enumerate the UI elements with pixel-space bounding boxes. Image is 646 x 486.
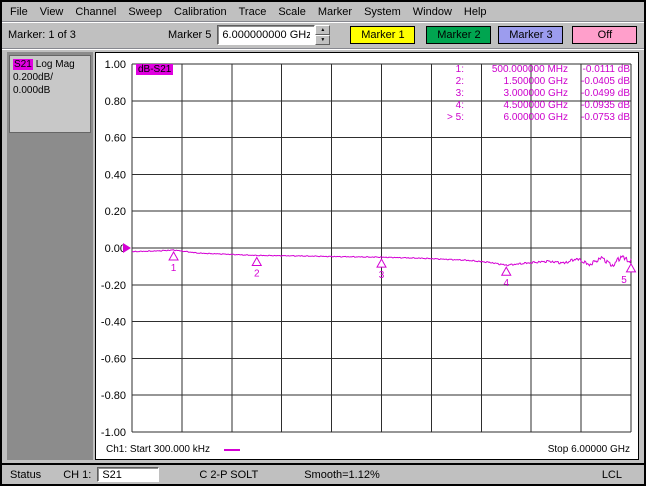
marker-toolbar: Marker: 1 of 3 Marker 5 ▲ ▼ Marker 1Mark… [2,22,644,49]
marker-3-triangle[interactable] [376,258,387,268]
cal-status-label: C 2-P SOLT [199,468,259,481]
trace-title-badge: dB-S21 [136,64,174,75]
marker-readout-frequency: 3.000000 GHz [503,88,569,99]
marker-readout-frequency: 6.000000 GHz [503,112,569,123]
menu-calibration[interactable]: Calibration [168,3,233,21]
trace-scale-label: 0.200dB/ [13,72,54,83]
y-axis-tick-label: 0.80 [105,96,126,108]
marker-2-number: 2 [254,268,260,279]
menu-bar: File View Channel Sweep Calibration Trace Scal… [2,2,644,22]
marker-readout-number: 4: [455,100,464,111]
menu-marker[interactable]: Marker [312,3,358,21]
y-axis-tick-label: -0.20 [101,280,126,292]
app-window: File View Channel Sweep Calibration Trace Scal… [0,0,646,486]
trace-sidebar: S21 Log Mag 0.200dB/ 0.000dB [7,52,93,460]
y-axis-tick-label: 0.60 [105,133,126,145]
marker-readout-number: 1: [455,64,464,75]
y-axis-tick-label: -0.40 [101,317,126,329]
spinner-up-button[interactable]: ▲ [315,25,331,35]
y-axis-tick-label: 1.00 [105,59,126,71]
marker-2-button[interactable]: Marker 2 [426,26,492,44]
spinner-down-button[interactable]: ▼ [315,35,331,45]
marker-buttons: Marker 1 Marker 2 Marker 3 Off [350,26,638,44]
marker-5-triangle[interactable] [625,262,637,273]
marker-frequency-field: ▲ ▼ [217,25,331,45]
reference-level-arrow [123,243,131,253]
sweep-stop-label: Stop 6.00000 GHz [547,444,630,455]
y-axis-tick-label: 0.00 [105,243,126,255]
menu-help[interactable]: Help [458,3,493,21]
menu-trace[interactable]: Trace [233,3,273,21]
marker-readout-value: -0.0499 dB [581,88,630,99]
active-trace-field: S21 [97,467,160,482]
menu-file[interactable]: File [4,3,34,21]
marker-4-triangle[interactable] [500,266,512,276]
y-axis-tick-label: 0.40 [105,169,126,181]
sweep-start-label: Ch1: Start 300.000 kHz [106,444,210,455]
marker-readout-value: -0.0111 dB [582,64,630,75]
marker-readout-number: > 5: [447,112,464,123]
marker-1-number: 1 [171,263,177,274]
marker-readout: 1: 500.000000 MHz -0.0111 dB 2: 1.500000 GHz… [437,64,630,124]
menu-sweep[interactable]: Sweep [122,3,168,21]
marker-readout-value: -0.0753 dB [581,112,630,123]
y-axis-tick-label: 0.20 [105,206,126,218]
marker-5-number: 5 [621,275,627,286]
main-area: S21 Log Mag 0.200dB/ 0.000dB 1.00 0.80 0.60… [2,49,644,463]
menu-channel[interactable]: Channel [69,3,122,21]
marker-readout-frequency: 1.500000 GHz [503,76,569,87]
marker-status-text: Marker: 1 of 3 [8,29,76,41]
status-bar: Status CH 1: S21 C 2-P SOLT Smooth=1.12%… [2,463,644,484]
y-axis-tick-label: -1.00 [101,427,126,439]
status-label: Status [10,468,42,481]
smoothing-label: Smooth=1.12% [304,468,380,481]
marker-3-button[interactable]: Marker 3 [498,26,564,44]
y-axis-tick-label: -0.60 [101,353,126,365]
marker-readout-frequency: 4.500000 GHz [503,100,569,111]
menu-window[interactable]: Window [407,3,458,21]
trace-name-badge: S21 [13,59,33,70]
trace-format-label: Log Mag [35,59,75,70]
y-axis-tick-label: -0.80 [101,390,126,402]
marker-readout-frequency: 500.000000 MHz [491,64,568,75]
menu-scale[interactable]: Scale [272,3,312,21]
lcl-mode-label: LCL [601,468,622,481]
marker-1-button[interactable]: Marker 1 [350,26,416,44]
marker-2-triangle[interactable] [251,256,263,266]
marker-4-number: 4 [503,278,509,289]
menu-system[interactable]: System [358,3,407,21]
channel-label: CH 1: [63,468,92,481]
trace-ref-label: 0.000dB [13,85,51,96]
plot-footer: Ch1: Start 300.000 kHz Stop 6.00000 GHz [106,444,630,455]
marker-frequency-spinner: ▲ ▼ [315,25,331,45]
marker-readout-value: -0.0935 dB [581,100,630,111]
marker-off-button[interactable]: Off [572,26,638,44]
marker-readout-number: 3: [455,88,464,99]
marker-readout-number: 2: [455,76,464,87]
menu-view[interactable]: View [34,3,70,21]
marker-1-triangle[interactable] [168,251,179,261]
marker-field-label: Marker 5 [168,29,212,41]
trace-indicator-dash [223,448,240,451]
marker-readout-value: -0.0405 dB [581,76,630,87]
marker-3-number: 3 [379,270,385,281]
plot-area: 1.00 0.80 0.60 0.40 0.20 0.00 -0.20 -0.40 -0.60 -… [95,52,639,460]
marker-frequency-input[interactable] [217,25,316,45]
trace-info-panel[interactable]: S21 Log Mag 0.200dB/ 0.000dB [9,55,91,133]
